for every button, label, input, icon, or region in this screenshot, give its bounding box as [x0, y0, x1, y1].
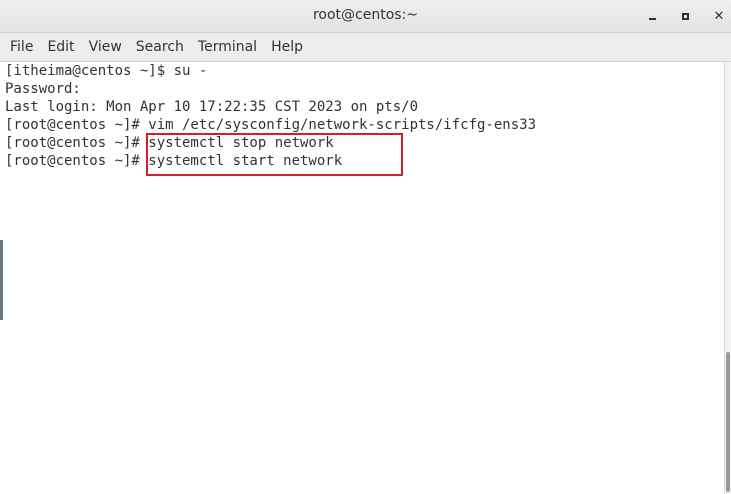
terminal-line: Last login: Mon Apr 10 17:22:35 CST 2023…: [5, 99, 419, 115]
background-edge: [0, 240, 3, 320]
terminal-line: [itheima@centos ~]$ su -: [5, 63, 208, 79]
minimize-icon: [648, 18, 656, 20]
terminal-line: Password:: [5, 81, 81, 97]
maximize-icon: [681, 12, 689, 20]
menu-help[interactable]: Help: [264, 35, 310, 59]
scrollbar-thumb[interactable]: [726, 352, 730, 492]
menu-edit[interactable]: Edit: [40, 35, 81, 59]
close-button[interactable]: ✕: [708, 6, 730, 26]
terminal-line: [root@centos ~]# systemctl start network: [5, 153, 343, 169]
terminal-line: [root@centos ~]# vim /etc/sysconfig/netw…: [5, 117, 537, 133]
menu-search[interactable]: Search: [129, 35, 191, 59]
menu-file[interactable]: File: [3, 35, 40, 59]
close-icon: ✕: [713, 8, 725, 24]
vertical-scrollbar[interactable]: [724, 62, 731, 494]
minimize-button[interactable]: [641, 6, 663, 26]
menu-view[interactable]: View: [82, 35, 129, 59]
menu-terminal[interactable]: Terminal: [191, 35, 264, 59]
terminal-line: [root@centos ~]# systemctl stop network: [5, 135, 334, 151]
terminal-output[interactable]: [itheima@centos ~]$ su - Password: Last …: [0, 62, 724, 494]
window-title: root@centos:~: [312, 7, 419, 23]
title-bar[interactable]: root@centos:~ ✕: [0, 0, 731, 33]
menu-bar: File Edit View Search Terminal Help: [0, 33, 731, 62]
maximize-button[interactable]: [674, 6, 696, 26]
terminal-window: root@centos:~ ✕ File Edit View Search Te…: [0, 0, 731, 494]
